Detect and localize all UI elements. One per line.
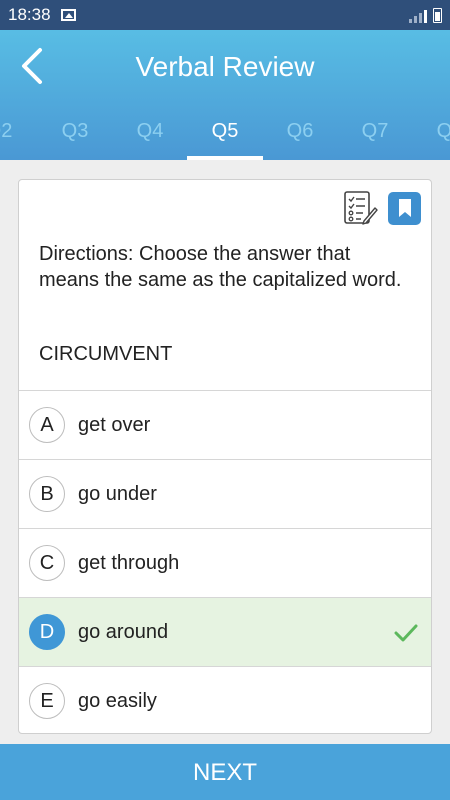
- answer-options: A get over B go under C get through D go…: [19, 390, 431, 733]
- status-icons: [409, 7, 442, 23]
- option-letter: B: [29, 476, 65, 512]
- status-bar: 18:38: [0, 0, 450, 30]
- signal-icon: [409, 9, 427, 23]
- option-text: go easily: [78, 689, 157, 712]
- option-letter: C: [29, 545, 65, 581]
- option-d[interactable]: D go around: [19, 597, 431, 666]
- option-text: get over: [78, 413, 151, 436]
- capitalized-word: CIRCUMVENT: [39, 343, 173, 365]
- bookmark-button[interactable]: [388, 191, 421, 225]
- app-header: Verbal Review Q2 Q3 Q4 Q5 Q6 Q7 Q8: [0, 30, 450, 160]
- option-text: go around: [78, 620, 169, 643]
- option-a[interactable]: A get over: [19, 390, 431, 459]
- checklist-notes-button[interactable]: [342, 190, 378, 226]
- image-notification-icon: [60, 9, 76, 21]
- option-letter: A: [29, 407, 65, 443]
- question-tabs: Q2 Q3 Q4 Q5 Q6 Q7 Q8: [0, 100, 450, 160]
- tab-q6[interactable]: Q6: [262, 100, 338, 160]
- tab-q7[interactable]: Q7: [337, 100, 413, 160]
- question-card: Directions: Choose the answer that means…: [18, 179, 432, 734]
- option-text: get through: [78, 551, 180, 574]
- option-letter: E: [29, 683, 65, 719]
- status-time: 18:38: [8, 5, 51, 24]
- tab-q8[interactable]: Q8: [412, 100, 450, 160]
- option-c[interactable]: C get through: [19, 528, 431, 597]
- battery-icon: [433, 7, 442, 23]
- option-e[interactable]: E go easily: [19, 666, 431, 733]
- tab-q3[interactable]: Q3: [37, 100, 113, 160]
- option-text: go under: [78, 482, 157, 505]
- tab-q5[interactable]: Q5: [187, 100, 263, 160]
- question-directions: Directions: Choose the answer that means…: [39, 243, 402, 291]
- page-title: Verbal Review: [135, 51, 315, 82]
- next-button[interactable]: NEXT: [0, 744, 450, 800]
- tab-q2[interactable]: Q2: [0, 100, 37, 160]
- option-letter: D: [29, 614, 65, 650]
- option-b[interactable]: B go under: [19, 459, 431, 528]
- bookmark-icon: [398, 199, 411, 217]
- card-tools: [342, 190, 421, 226]
- checklist-icon: [344, 191, 378, 225]
- check-icon: [394, 624, 418, 642]
- tab-q4[interactable]: Q4: [112, 100, 188, 160]
